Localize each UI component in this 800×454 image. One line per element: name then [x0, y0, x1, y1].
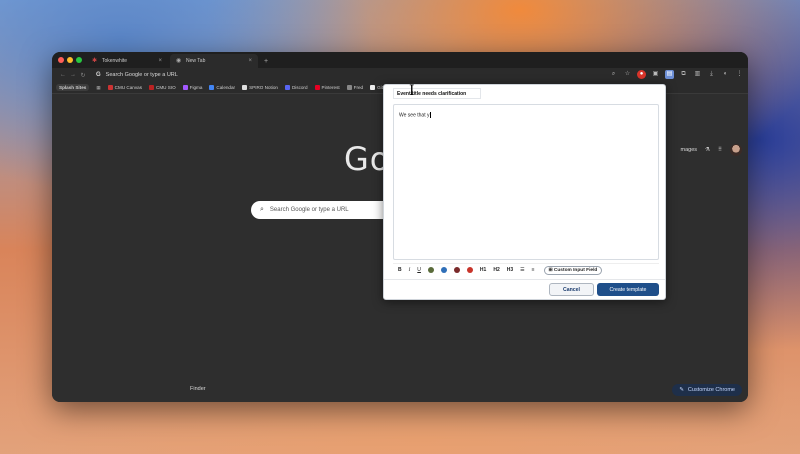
heading1-button[interactable]: H1 — [480, 267, 486, 273]
tab-label: New Tab — [186, 58, 206, 64]
bullet-list-icon[interactable]: ☰ — [520, 267, 524, 273]
close-window-button[interactable] — [58, 57, 64, 63]
bookmark-star-icon[interactable]: ☆ — [623, 70, 632, 79]
template-body-editor[interactable]: We see that y — [393, 104, 659, 260]
text-cursor-icon: Ι — [409, 83, 415, 99]
extension-active-icon[interactable]: ▤ — [665, 70, 674, 79]
google-g-icon: G — [96, 72, 101, 78]
maximize-window-button[interactable] — [76, 57, 82, 63]
side-panel-icon[interactable]: ▥ — [693, 70, 702, 79]
tab-tokenwhite[interactable]: ✱ Tokenwhite × — [86, 54, 168, 68]
color-maroon-button[interactable] — [453, 267, 460, 273]
text-caret — [430, 112, 432, 118]
close-tab-icon[interactable]: × — [158, 58, 162, 64]
close-tab-icon[interactable]: × — [248, 58, 252, 64]
profile-icon[interactable]: ◐ — [721, 70, 730, 79]
cancel-button[interactable]: Cancel — [549, 283, 594, 296]
reload-icon[interactable]: ↻ — [78, 72, 88, 79]
color-blue-button[interactable] — [440, 267, 447, 273]
color-olive-button[interactable] — [427, 267, 434, 273]
top-right-links: mages ⚗ ⠿ — [681, 144, 742, 156]
images-link[interactable]: mages — [681, 147, 698, 153]
bookmark-fred[interactable]: Fred — [346, 85, 363, 90]
pencil-icon: ✎ — [679, 387, 684, 393]
tab-favicon-icon: ◉ — [176, 58, 182, 64]
tab-new-tab[interactable]: ◉ New Tab × — [170, 54, 258, 68]
tab-favicon-icon: ✱ — [92, 58, 98, 64]
toolbar-icons: ⌕ ☆ ● ▣ ▤ ⧉ ▥ ⤓ ◐ ⋮ — [609, 70, 744, 79]
bookmark-cmu-canvas[interactable]: CMU Canvas — [107, 85, 142, 90]
apps-grid-icon[interactable]: ▦ — [96, 85, 100, 91]
customize-chrome-button[interactable]: ✎ Customize Chrome — [672, 384, 742, 396]
search-icon: ⌕ — [260, 206, 264, 213]
search-placeholder: Search Google or type a URL — [269, 207, 349, 213]
event-title-field[interactable]: Event title needs clarification — [393, 88, 481, 99]
bookmark-calendar[interactable]: Calendar — [209, 85, 235, 90]
extension-icon[interactable]: ▣ — [651, 70, 660, 79]
heading2-button[interactable]: H2 — [493, 267, 499, 273]
underline-button[interactable]: U — [417, 267, 421, 273]
address-placeholder: Search Google or type a URL — [105, 72, 178, 78]
tab-label: Tokenwhite — [102, 58, 128, 64]
menu-icon[interactable]: ⋮ — [735, 70, 744, 79]
formatting-toolbar: B I U H1 H2 H3 ☰ ≡ ⊞ Custom Input Field — [393, 263, 659, 276]
tab-strip: ✱ Tokenwhite × ◉ New Tab × + — [52, 52, 748, 68]
forward-icon[interactable]: → — [68, 72, 78, 78]
editor-text: We see that y — [399, 112, 432, 119]
italic-button[interactable]: I — [409, 268, 411, 273]
template-modal: Event title needs clarification We see t… — [383, 84, 666, 300]
create-template-button[interactable]: Create template — [597, 283, 659, 296]
bold-button[interactable]: B — [398, 267, 402, 273]
custom-input-field-button[interactable]: ⊞ Custom Input Field — [543, 265, 603, 275]
numbered-list-icon[interactable]: ≡ — [532, 267, 535, 273]
bookmark-figma[interactable]: Figma — [182, 85, 202, 90]
address-bar[interactable]: G Search Google or type a URL — [92, 70, 618, 80]
extensions-puzzle-icon[interactable]: ⧉ — [679, 70, 688, 79]
avatar[interactable] — [730, 144, 742, 156]
download-icon[interactable]: ⤓ — [707, 70, 716, 79]
color-red-button[interactable] — [466, 267, 473, 273]
back-icon[interactable]: ← — [58, 72, 68, 78]
extension-red-icon[interactable]: ● — [637, 70, 646, 79]
apps-grid-icon[interactable]: ⠿ — [718, 147, 722, 153]
bookmark-spiro-notion[interactable]: SPIRO Notion — [242, 85, 278, 90]
finder-dock-label: Finder — [190, 386, 206, 392]
zoom-icon[interactable]: ⌕ — [609, 70, 618, 79]
toolbar: ← → ↻ G Search Google or type a URL ⌕ ☆ … — [52, 68, 748, 82]
minimize-window-button[interactable] — [67, 57, 73, 63]
heading3-button[interactable]: H3 — [507, 267, 513, 273]
bookmark-pinterest[interactable]: Pinterest — [314, 85, 340, 90]
customize-chrome-label: Customize Chrome — [687, 387, 735, 393]
bookmark-discord[interactable]: Discord — [284, 85, 308, 90]
labs-flask-icon[interactable]: ⚗ — [705, 147, 710, 153]
footer-divider — [384, 279, 665, 280]
bookmark-cmu-sio[interactable]: CMU SIO — [149, 85, 176, 90]
bookmark-splash-sites[interactable]: Splash Sites — [56, 84, 90, 91]
new-tab-button[interactable]: + — [258, 54, 272, 68]
